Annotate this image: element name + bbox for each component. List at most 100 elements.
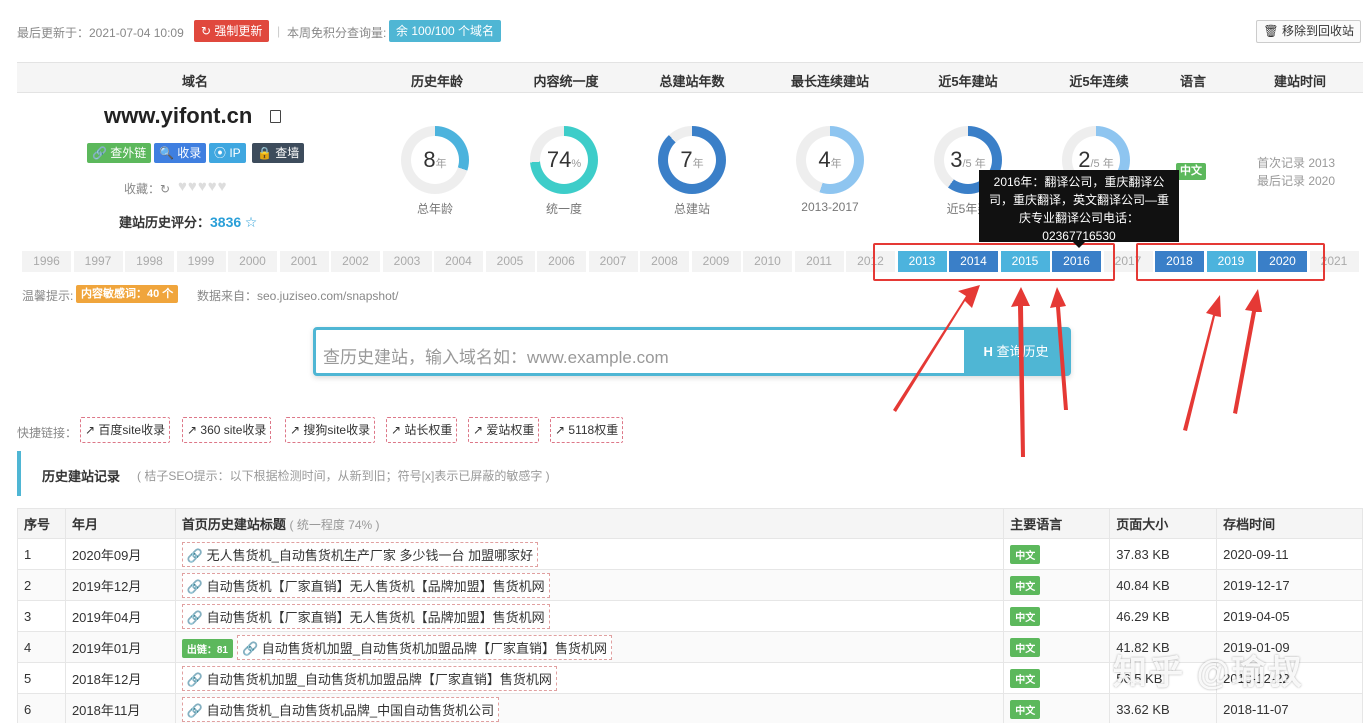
row-title: 🔗 自动售货机_自动售货机品牌_中国自动售货机公司 [174,693,1005,723]
row-title: 出链：81 🔗 自动售货机加盟_自动售货机加盟品牌【厂家直销】售货机网 [174,631,1005,663]
row-title: 🔗 无人售货机_自动售货机生产厂家 多少钱一台 加盟哪家好 [174,538,1005,570]
row-date: 2019年12月 [64,569,176,601]
row-title: 🔗 自动售货机【厂家直销】无人售货机【品牌加盟】售货机网 [174,569,1005,601]
link-icon: 🔗 [186,609,207,625]
table-row: 6 2018年11月 🔗 自动售货机_自动售货机品牌_中国自动售货机公司 中文 33.6… [17,693,1363,723]
row-language: 中文 [1003,600,1111,632]
language-badge: 中文 [1010,668,1041,688]
snapshot-title-text: 自动售货机【厂家直销】无人售货机【品牌加盟】售货机网 [206,609,545,625]
row-archived: 2020-09-11 [1216,538,1363,570]
search-input[interactable]: 查历史建站，输入域名如：www.example.com [323,343,669,368]
snapshot-title-link[interactable]: 🔗 自动售货机加盟_自动售货机加盟品牌【厂家直销】售货机网 [236,634,613,660]
index-button[interactable]: 🔍 收录 [154,143,207,163]
domain-name: www.yifont.cn [104,103,253,128]
quick-link-label: 百度site收录 [98,423,166,437]
year-2011[interactable]: 2011 [794,251,845,272]
row-date: 2020年09月 [64,538,176,570]
force-update-label: 强制更新 [214,24,263,38]
quick-link-sogou[interactable]: ↗ 搜狗site收录 [285,417,376,443]
row-title: 🔗 自动售货机加盟_自动售货机加盟品牌【厂家直销】售货机网 [174,662,1005,694]
snapshot-title-link[interactable]: 🔗 自动售货机【厂家直销】无人售货机【品牌加盟】售货机网 [181,572,550,598]
section-description: ( 桔子SEO提示：以下根据检测时间，从新到旧；符号[x]表示已屏蔽的敏感字 ) [137,469,550,483]
snapshot-title-text: 自动售货机【厂家直销】无人售货机【品牌加盟】售货机网 [206,578,545,594]
row-size: 33.62 KB [1109,693,1218,723]
year-2009[interactable]: 2009 [691,251,742,272]
year-1997[interactable]: 1997 [73,251,124,272]
snapshot-title-link[interactable]: 🔗 自动售货机【厂家直销】无人售货机【品牌加盟】售货机网 [181,603,550,629]
metric-unit: % [571,158,582,170]
language-badge: 中文 [1010,575,1041,595]
row-language: 中文 [1003,693,1111,723]
header-longest-streak: 最长连续建站 [790,74,869,89]
year-2005[interactable]: 2005 [485,251,536,272]
metric-value: 3 [950,147,963,172]
language-badge: 中文 [1010,544,1041,564]
year-1999[interactable]: 1999 [176,251,227,272]
row-no: 5 [17,662,66,694]
table-row: 3 2019年04月 🔗 自动售货机【厂家直销】无人售货机【品牌加盟】售货机网 中文 4… [17,600,1363,632]
metric-label: 总年龄 [416,202,453,216]
quick-link-360[interactable]: ↗ 360 site收录 [182,417,272,443]
year-2008[interactable]: 2008 [640,251,690,272]
quick-link-label: 5118权重 [568,423,619,437]
outlinks-badge[interactable]: 出链：81 [181,638,233,658]
year-2001[interactable]: 2001 [279,251,330,272]
wall-label: 查墙 [275,146,300,160]
quick-links-label: 快捷链接： [17,426,78,440]
metric-value: 8 [423,147,436,172]
language-badge: 中文 [1010,637,1041,657]
quick-link-5118[interactable]: ↗ 5118权重 [550,417,624,443]
snapshot-title-link[interactable]: 🔗 无人售货机_自动售货机生产厂家 多少钱一台 加盟哪家好 [181,541,539,567]
top-bar: 最后更新于：2021-07-04 10:09 ↻ 强制更新 | 本周免积分查询量… [0,0,1363,62]
year-1998[interactable]: 1998 [125,251,175,272]
year-2004[interactable]: 2004 [434,251,484,272]
external-link-icon: ↗ [391,423,402,437]
title-unity-note: ( 统一程度 74% ) [289,518,380,532]
domain-search: 查历史建站，输入域名如：www.example.com H 查询历史 [313,327,1071,376]
metric-value: 74 [546,147,572,172]
snapshot-title-link[interactable]: 🔗 自动售货机_自动售货机品牌_中国自动售货机公司 [181,696,500,722]
year-2000[interactable]: 2000 [228,251,278,272]
ip-button[interactable]: ⦿ IP [209,143,246,163]
year-1996[interactable]: 1996 [22,251,72,272]
metric-label: 统一度 [545,202,582,216]
last-updated-text: 最后更新于：2021-07-04 10:09 [17,26,184,40]
move-to-recycle-button[interactable]: 🗑 移除到回收站 [1256,20,1361,43]
metric-unit: 年 [830,158,842,170]
search-button[interactable]: H 查询历史 [964,330,1068,373]
refresh-icon[interactable]: ↻ [160,182,170,196]
snapshot-title-link[interactable]: 🔗 自动售货机加盟_自动售货机加盟品牌【厂家直销】售货机网 [181,665,557,691]
table-row: 2 2019年12月 🔗 自动售货机【厂家直销】无人售货机【品牌加盟】售货机网 中文 4… [17,569,1363,601]
force-update-button[interactable]: ↻ 强制更新 [194,20,270,42]
quick-link-baidu[interactable]: ↗ 百度site收录 [80,417,171,443]
quick-link-aizhan[interactable]: ↗ 爱站权重 [468,417,540,443]
star-icon[interactable]: ☆ [245,214,258,230]
year-2002[interactable]: 2002 [331,251,381,272]
header-history-age: 历史年龄 [410,74,463,89]
row-archived: 2018-11-07 [1216,693,1363,723]
year-2010[interactable]: 2010 [743,251,793,272]
check-backlinks-button[interactable]: 🔗 查外链 [87,143,152,163]
history-icon: H [983,344,993,359]
check-wall-button[interactable]: 🔒 查墙 [252,143,305,163]
backlinks-label: 查外链 [110,146,147,160]
summary-table-header: 域名 历史年龄 内容统一度 总建站年数 最长连续建站 近5年建站 近5年连续 语… [17,62,1363,93]
language-badge: 中文 [1010,606,1041,626]
metric-unit: /5 年 [962,158,986,170]
highlight-box-2013-2016 [873,243,1115,281]
year-2003[interactable]: 2003 [382,251,433,272]
quick-link-chinaz[interactable]: ↗ 站长权重 [386,417,458,443]
header-recent-5y-streak: 近5年连续 [1069,74,1129,89]
recycle-label: 移除到回收站 [1281,24,1354,38]
col-date: 年月 [64,508,176,539]
link-icon: 🔗 [241,640,262,656]
col-title: 首页历史建站标题 ( 统一程度 74% ) [174,508,1005,539]
favorite-label: 收藏：↻ [124,180,170,197]
link-icon: 🔗 [186,671,207,687]
year-2007[interactable]: 2007 [588,251,639,272]
sensitive-words-badge[interactable]: 内容敏感词：40 个 [76,285,179,303]
metric-ring: 4年 [796,126,864,194]
copy-icon[interactable] [270,110,281,123]
year-2006[interactable]: 2006 [537,251,587,272]
favorite-hearts[interactable]: ♥♥♥♥♥ [178,178,228,195]
